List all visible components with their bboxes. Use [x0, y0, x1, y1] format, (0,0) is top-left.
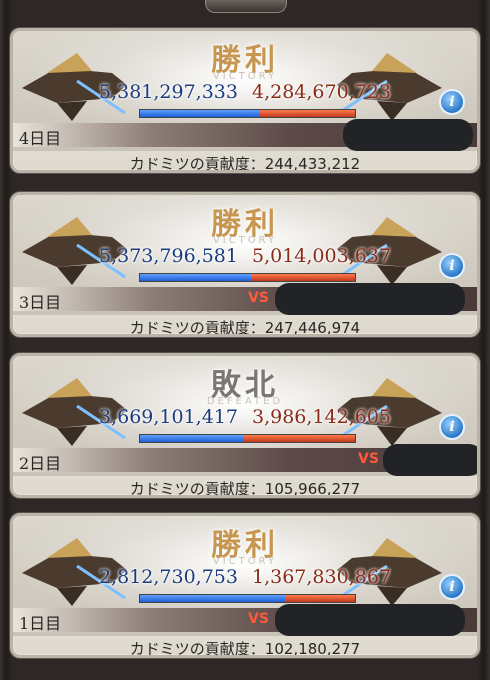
contribution-label: カドミツの貢献度：	[129, 155, 265, 173]
contribution-value: 105,966,277	[264, 480, 361, 498]
battle-card-day2[interactable]: 敗北 DEFEATED 3,669,101,417 3,986,142,605 i…	[10, 353, 480, 498]
day-row: 4日目	[13, 119, 477, 151]
day-label: 1日目	[19, 614, 62, 633]
own-score: 5,381,297,333	[98, 81, 238, 103]
battle-card-day1[interactable]: 勝利 VICTORY 2,812,730,753 1,367,830,867 i …	[10, 513, 480, 658]
contribution-text: カドミツの貢献度：102,180,277	[13, 638, 477, 658]
enemy-ratio-fill	[259, 110, 355, 117]
enemy-ratio-fill	[242, 435, 355, 442]
day-label: 4日目	[19, 129, 62, 148]
enemy-score: 5,014,003,637	[252, 245, 392, 267]
own-score: 3,669,101,417	[98, 406, 238, 428]
enemy-ratio-fill	[251, 274, 355, 281]
score-row: 2,812,730,753 1,367,830,867	[13, 566, 477, 588]
redacted-opponent-name	[343, 119, 473, 151]
info-icon[interactable]: i	[439, 89, 465, 115]
contribution-label: カドミツの貢献度：	[129, 319, 265, 337]
redacted-opponent-name	[275, 283, 465, 315]
contribution-text: カドミツの貢献度：244,433,212	[13, 153, 477, 173]
score-ratio-bar	[139, 594, 356, 603]
own-ratio-fill	[140, 110, 260, 117]
battle-card-day4[interactable]: 勝利 VICTORY 5,381,297,333 4,284,670,723 i …	[10, 28, 480, 173]
score-row: 5,373,796,581 5,014,003,637	[13, 245, 477, 267]
enemy-score: 1,367,830,867	[252, 566, 392, 588]
own-ratio-fill	[140, 435, 243, 442]
info-icon[interactable]: i	[439, 574, 465, 600]
day-row: 2日目 VS	[13, 444, 477, 476]
redacted-opponent-name	[275, 604, 465, 636]
info-icon[interactable]: i	[439, 414, 465, 440]
contribution-value: 247,446,974	[264, 319, 361, 337]
score-ratio-bar	[139, 434, 356, 443]
own-ratio-fill	[140, 595, 285, 602]
redacted-opponent-name	[383, 444, 477, 476]
day-label: 3日目	[19, 293, 62, 312]
top-ornament	[205, 0, 287, 13]
enemy-score: 3,986,142,605	[252, 406, 392, 428]
score-row: 3,669,101,417 3,986,142,605	[13, 406, 477, 428]
score-row: 5,381,297,333 4,284,670,723	[13, 81, 477, 103]
day-label: 2日目	[19, 454, 62, 473]
score-ratio-bar	[139, 109, 356, 118]
vs-label: VS	[248, 611, 269, 627]
contribution-text: カドミツの貢献度：247,446,974	[13, 317, 477, 337]
contribution-text: カドミツの貢献度：105,966,277	[13, 478, 477, 498]
enemy-ratio-fill	[284, 595, 355, 602]
contribution-label: カドミツの貢献度：	[129, 480, 265, 498]
own-ratio-fill	[140, 274, 252, 281]
day-row: 1日目 VS	[13, 604, 477, 636]
contribution-value: 102,180,277	[264, 640, 361, 658]
enemy-score: 4,284,670,723	[252, 81, 392, 103]
contribution-label: カドミツの貢献度：	[129, 640, 265, 658]
own-score: 5,373,796,581	[98, 245, 238, 267]
day-row: 3日目 VS	[13, 283, 477, 315]
contribution-value: 244,433,212	[264, 155, 361, 173]
battle-card-day3[interactable]: 勝利 VICTORY 5,373,796,581 5,014,003,637 i …	[10, 192, 480, 337]
info-icon[interactable]: i	[439, 253, 465, 279]
vs-label: VS	[358, 451, 379, 467]
score-ratio-bar	[139, 273, 356, 282]
vs-label: VS	[248, 290, 269, 306]
own-score: 2,812,730,753	[98, 566, 238, 588]
